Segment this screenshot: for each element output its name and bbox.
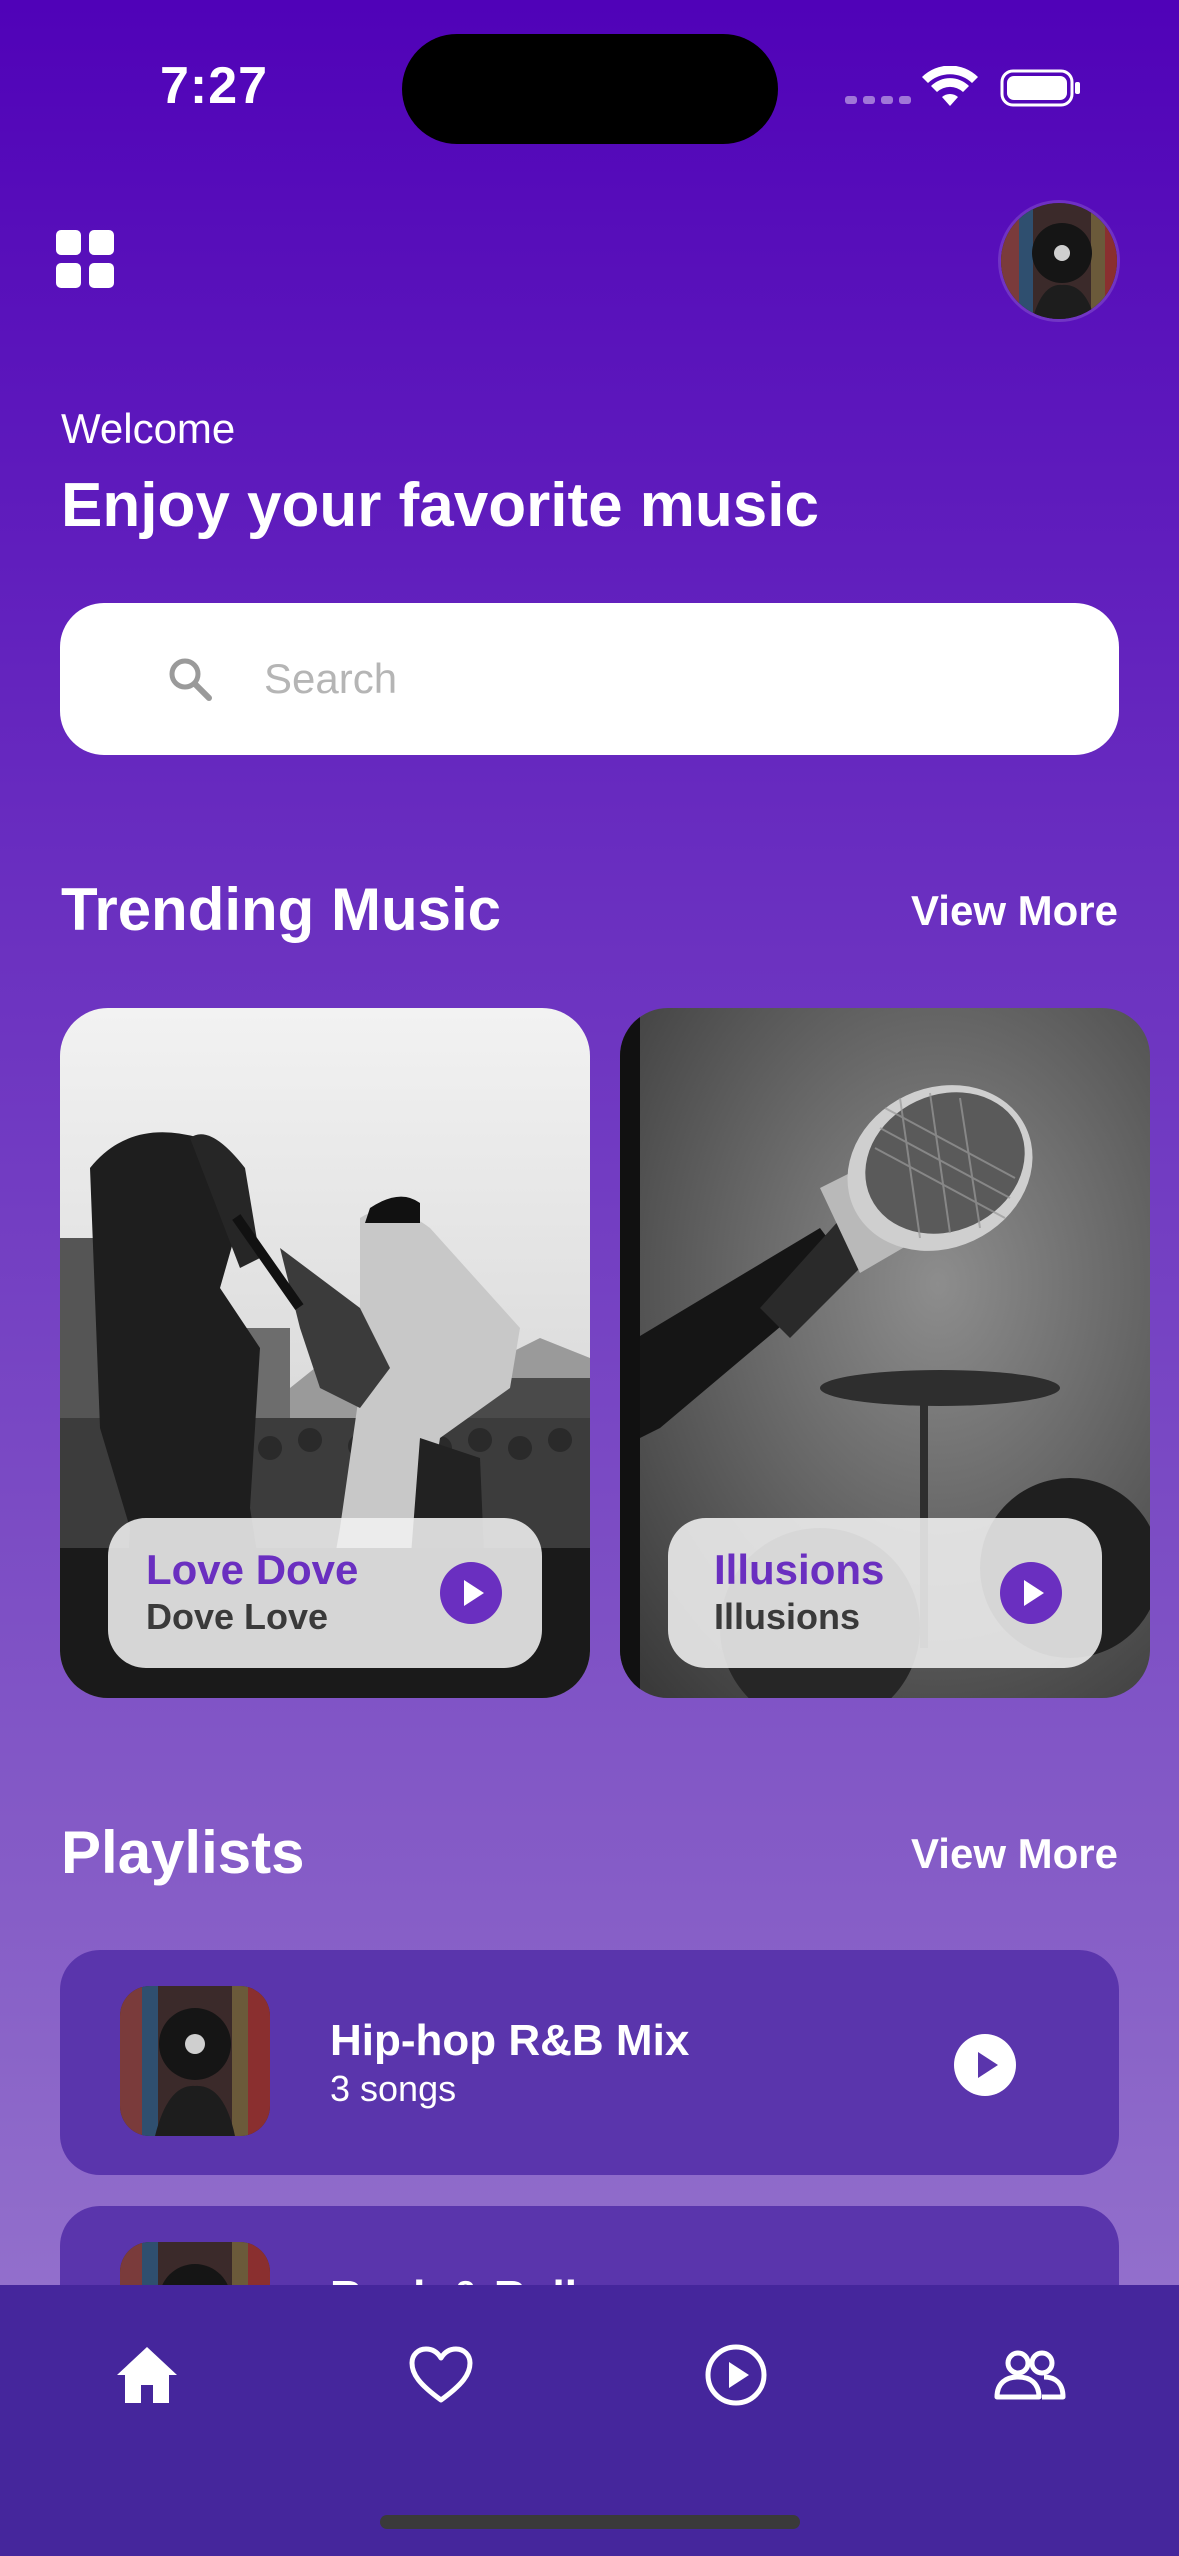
battery-icon: [1000, 69, 1080, 107]
trending-view-more-link[interactable]: View More: [911, 887, 1118, 935]
playlist-cover: [120, 1986, 270, 2136]
trending-card[interactable]: Love Dove Dove Love: [60, 1008, 590, 1698]
nav-favorites[interactable]: [401, 2335, 481, 2415]
home-indicator: [380, 2515, 800, 2529]
people-icon: [994, 2350, 1066, 2400]
playlist-name: Hip-hop R&B Mix: [330, 2016, 690, 2065]
track-info-panel: Illusions Illusions: [668, 1518, 1102, 1668]
trending-card[interactable]: Illusions Illusions: [620, 1008, 1150, 1698]
search-input[interactable]: [264, 643, 1064, 715]
track-title: Love Dove: [146, 1546, 359, 1593]
heart-icon: [409, 2346, 473, 2403]
track-artist: Illusions: [714, 1596, 861, 1637]
cellular-signal-icon: [845, 96, 911, 104]
search-icon: [169, 658, 212, 701]
dynamic-island: [402, 34, 778, 144]
trending-section-title: Trending Music: [61, 876, 502, 943]
menu-grid-icon[interactable]: [56, 230, 114, 288]
nav-community[interactable]: [990, 2335, 1070, 2415]
page-headline: Enjoy your favorite music: [61, 471, 819, 540]
play-button-icon[interactable]: [1000, 1562, 1062, 1624]
nav-home[interactable]: [107, 2335, 187, 2415]
play-button-icon[interactable]: [440, 1562, 502, 1624]
welcome-text: Welcome: [61, 405, 236, 452]
track-info-panel: Love Dove Dove Love: [108, 1518, 542, 1668]
user-avatar[interactable]: [998, 200, 1120, 322]
nav-player[interactable]: [696, 2335, 776, 2415]
playlists-section-title: Playlists: [61, 1819, 305, 1886]
home-icon: [117, 2347, 177, 2403]
status-time: 7:27: [160, 57, 269, 115]
playlist-item[interactable]: Hip-hop R&B Mix 3 songs: [60, 1950, 1119, 2175]
playlist-song-count: 3 songs: [330, 2068, 457, 2109]
playlists-view-more-link[interactable]: View More: [911, 1830, 1118, 1878]
play-button-icon[interactable]: [954, 2034, 1016, 2096]
status-bar: 7:27: [0, 0, 1179, 170]
track-title: Illusions: [714, 1546, 885, 1593]
search-bar[interactable]: [60, 603, 1119, 755]
wifi-icon: [922, 66, 978, 106]
track-artist: Dove Love: [146, 1596, 329, 1637]
play-circle-icon: [705, 2344, 767, 2406]
